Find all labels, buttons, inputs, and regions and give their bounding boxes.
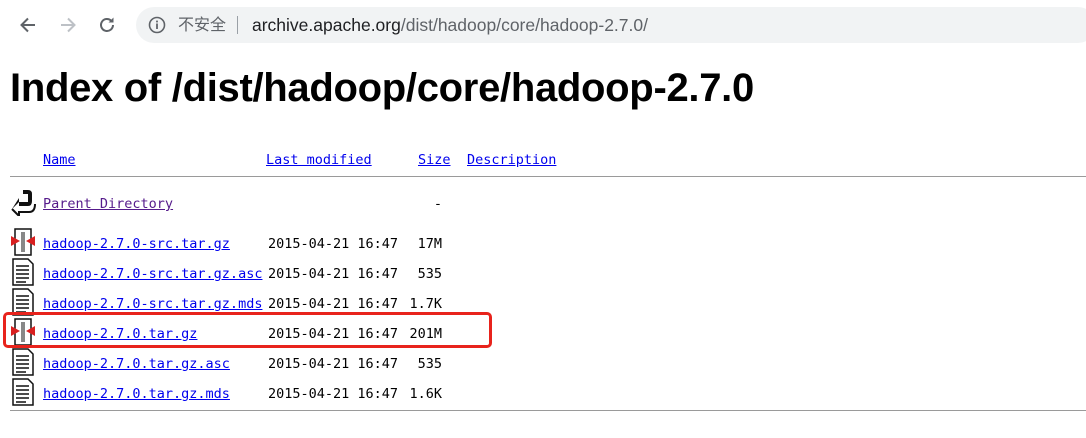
address-bar[interactable]: 不安全 archive.apache.org/dist/hadoop/core/… [136,7,1086,43]
column-header-description[interactable]: Description [467,150,556,170]
reload-icon [100,17,114,32]
forward-arrow-icon [61,17,76,33]
file-date: 2015-04-21 16:47 [268,386,399,402]
parent-size: - [433,196,442,212]
highlight-box [3,312,492,348]
file-link[interactable]: hadoop-2.7.0.tar.gz.asc [43,354,230,374]
file-size: 535 [417,356,442,372]
browser-toolbar: 不安全 archive.apache.org/dist/hadoop/core/… [0,0,1086,50]
file-row: hadoop-2.7.0.tar.gz.mds 2015-04-21 16:47… [0,378,1086,408]
back-arrow-icon [20,17,35,33]
text-file-icon [12,378,34,406]
file-date: 2015-04-21 16:47 [268,356,399,372]
parent-directory-row: Parent Directory - [0,188,1086,218]
archive-icon [11,228,35,256]
file-row: hadoop-2.7.0.tar.gz.asc 2015-04-21 16:47… [0,348,1086,378]
file-link[interactable]: hadoop-2.7.0-src.tar.gz [43,234,230,254]
file-link[interactable]: hadoop-2.7.0-src.tar.gz.asc [43,264,262,284]
url-text[interactable]: archive.apache.org/dist/hadoop/core/hado… [252,7,648,43]
file-link[interactable]: hadoop-2.7.0.tar.gz.mds [43,384,230,404]
parent-directory-link[interactable]: Parent Directory [43,194,173,214]
back-button[interactable] [13,10,43,40]
back-arrow-icon [11,190,36,216]
file-row: hadoop-2.7.0-src.tar.gz 2015-04-21 16:47… [0,228,1086,258]
file-size: 535 [417,266,442,282]
footer-divider [10,410,1086,411]
url-path: /dist/hadoop/core/hadoop-2.7.0/ [400,15,648,35]
file-row: hadoop-2.7.0-src.tar.gz.asc 2015-04-21 1… [0,258,1086,288]
column-header-size[interactable]: Size [418,150,451,170]
forward-button[interactable] [53,10,83,40]
url-host: archive.apache.org [252,15,401,35]
file-link[interactable]: hadoop-2.7.0-src.tar.gz.mds [43,294,262,314]
column-header-name[interactable]: Name [43,150,76,170]
page-title: Index of /dist/hadoop/core/hadoop-2.7.0 [10,66,754,110]
text-file-icon [12,348,34,376]
column-header-last-modified[interactable]: Last modified [266,150,372,170]
file-date: 2015-04-21 16:47 [268,296,399,312]
text-file-icon [12,258,34,286]
file-date: 2015-04-21 16:47 [268,266,399,282]
header-divider [10,176,1086,177]
address-divider [237,16,238,34]
file-size: 1.7K [409,296,442,312]
file-date: 2015-04-21 16:47 [268,236,399,252]
info-icon[interactable] [148,16,166,34]
file-size: 1.6K [409,386,442,402]
reload-button[interactable] [92,10,122,40]
security-status: 不安全 [178,15,227,34]
file-size: 17M [417,236,442,252]
